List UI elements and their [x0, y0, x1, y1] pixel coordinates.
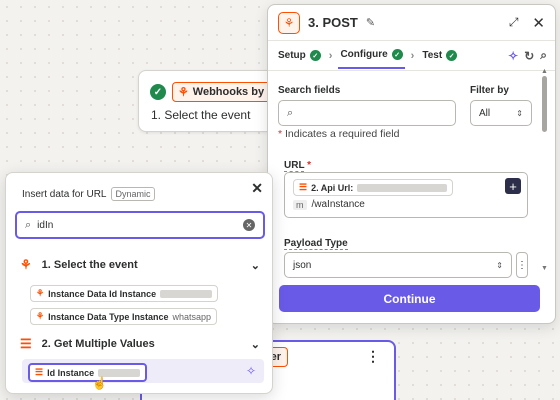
- more-options-icon[interactable]: ⋮: [366, 348, 380, 365]
- required-note: * Indicates a required field: [278, 128, 400, 140]
- formatter-icon: ☰: [299, 182, 308, 192]
- tab-configure[interactable]: Configure ✓: [338, 42, 405, 69]
- tab-test[interactable]: Test ✓: [420, 43, 459, 68]
- filter-by-label: Filter by: [470, 85, 509, 96]
- filter-value: All: [479, 107, 491, 119]
- webhook-icon: ⚘: [20, 257, 32, 272]
- check-icon: ✓: [446, 50, 458, 61]
- url-field[interactable]: ☰ 2. Api Url: m /waInstance +: [284, 172, 528, 218]
- asterisk-icon: *: [278, 128, 283, 140]
- step-editor-panel: ⚘ 3. POST ✎ ⤢ ✕ Setup ✓ › Configure ✓ › …: [267, 4, 556, 324]
- chevron-updown-icon: ⇕: [496, 260, 503, 270]
- scrollbar[interactable]: [542, 76, 547, 132]
- dropdown-title: Insert data for URL: [22, 188, 107, 200]
- url-data-pill[interactable]: ☰ 2. Api Url:: [293, 179, 454, 196]
- close-icon[interactable]: ✕: [532, 14, 545, 32]
- url-label: URL *: [284, 160, 312, 172]
- expand-icon[interactable]: ⤢: [509, 15, 519, 30]
- group-title: 2. Get Multiple Values: [41, 338, 155, 350]
- payload-type-label: Payload Type: [284, 238, 348, 250]
- group-get-multiple-values[interactable]: ☰ 2. Get Multiple Values ⌄: [20, 336, 260, 352]
- search-icon[interactable]: ⌕: [540, 48, 547, 63]
- webhook-icon: ⚘: [278, 11, 300, 34]
- formatter-icon: ☰: [35, 367, 44, 377]
- search-input[interactable]: ⌕ idIn ✕: [15, 211, 265, 239]
- check-icon: ✓: [150, 84, 166, 100]
- clear-icon[interactable]: ✕: [243, 219, 255, 231]
- formatter-icon: ☰: [20, 336, 32, 351]
- filter-select[interactable]: All ⇕: [470, 100, 532, 126]
- blurred-value: [160, 289, 213, 298]
- scroll-up-icon[interactable]: ▲: [541, 68, 548, 75]
- search-icon: ⌕: [25, 218, 32, 231]
- chevron-right-icon: ›: [410, 49, 415, 62]
- scroll-down-icon[interactable]: ▼: [541, 265, 548, 272]
- chevron-down-icon: ⌄: [250, 259, 260, 272]
- blurred-value: [357, 183, 448, 192]
- panel-title: 3. POST: [308, 15, 358, 30]
- list-item[interactable]: ⚘ Instance Data Id Instance: [30, 285, 219, 302]
- step-title: 1. Select the event: [151, 108, 251, 122]
- continue-button[interactable]: Continue: [279, 285, 540, 312]
- check-icon: ✓: [309, 50, 321, 61]
- payload-type-select[interactable]: json ⇕: [284, 252, 512, 278]
- panel-header: ⚘ 3. POST ✎ ⤢ ✕: [268, 5, 555, 41]
- chevron-updown-icon: ⇕: [516, 108, 523, 118]
- list-item[interactable]: ☰ Id Instance: [28, 363, 148, 382]
- search-icon: ⌕: [287, 106, 294, 119]
- url-suffix: /waInstance: [311, 199, 365, 210]
- payload-value: json: [293, 259, 312, 271]
- add-data-button[interactable]: +: [505, 178, 521, 194]
- more-options-icon[interactable]: ⋮: [516, 252, 528, 278]
- search-fields-input[interactable]: ⌕: [278, 100, 456, 126]
- hand-cursor-icon: ☝: [92, 376, 107, 390]
- list-item[interactable]: ⚘ Instance Data Type Instance whatsapp: [30, 308, 217, 325]
- search-fields-label: Search fields: [278, 85, 341, 96]
- tabs: Setup ✓ › Configure ✓ › Test ✓ ✧ ↻ ⌕: [268, 41, 555, 71]
- close-icon[interactable]: ✕: [251, 180, 263, 197]
- tab-setup[interactable]: Setup ✓: [276, 43, 323, 68]
- refresh-icon[interactable]: ↻: [524, 49, 534, 63]
- text-prefix-icon: m: [293, 199, 307, 210]
- dynamic-badge: Dynamic: [111, 187, 155, 201]
- insert-data-dropdown: Insert data for URL Dynamic ✕ ⌕ idIn ✕ ⚘…: [5, 172, 273, 394]
- webhook-icon: ⚘: [36, 288, 45, 298]
- dropdown-header: Insert data for URL Dynamic: [22, 187, 155, 201]
- sparkle-icon[interactable]: ✧: [246, 364, 256, 378]
- webhook-icon: ⚘: [178, 85, 189, 99]
- webhook-icon: ⚘: [36, 311, 45, 321]
- edit-pencil-icon[interactable]: ✎: [366, 16, 375, 29]
- search-value: idIn: [37, 219, 54, 231]
- chevron-down-icon: ⌄: [250, 338, 260, 351]
- group-select-event[interactable]: ⚘ 1. Select the event ⌄: [20, 257, 260, 273]
- sparkle-icon[interactable]: ✧: [508, 49, 518, 63]
- group-title: 1. Select the event: [41, 259, 138, 271]
- check-icon: ✓: [391, 49, 403, 60]
- chevron-right-icon: ›: [328, 49, 333, 62]
